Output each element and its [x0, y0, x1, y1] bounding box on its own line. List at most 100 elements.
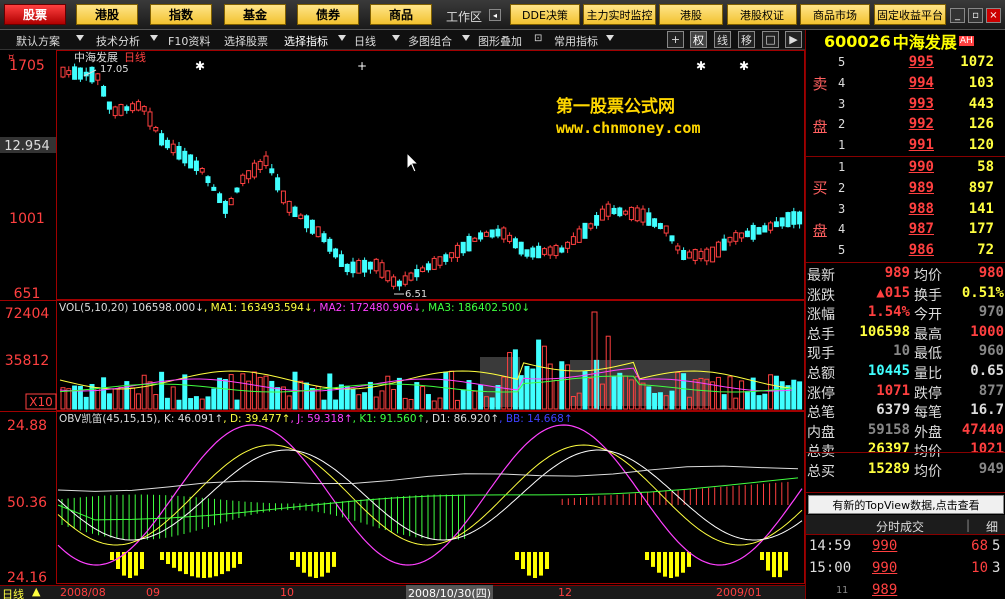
candle-body [570, 236, 576, 245]
period-daily-menu[interactable]: 日线 [354, 33, 376, 49]
tab-hk-warrant[interactable]: 港股权证 [727, 4, 797, 25]
chevron-down-icon[interactable] [150, 35, 158, 41]
restore-icon[interactable]: ▫ [968, 8, 983, 23]
sell-level-row[interactable]: 5 995 1072 [834, 53, 1005, 74]
workzone-arrow-icon[interactable]: ◂ [489, 9, 501, 21]
sell-side-label: 卖盘 [812, 75, 828, 136]
candle-body [379, 262, 385, 278]
fund-button[interactable]: 基金 [224, 4, 286, 25]
chevron-down-icon[interactable] [76, 35, 84, 41]
candle-body [518, 241, 524, 255]
buy-level-row[interactable]: 5 986 72 [834, 241, 1005, 262]
signal-bar [778, 552, 782, 578]
overlay-menu[interactable]: 图形叠加 [478, 33, 522, 49]
sell-level-row[interactable]: 4 994 103 [834, 74, 1005, 95]
window-icon[interactable]: □ [762, 31, 779, 48]
stat-key: 最低 [914, 346, 942, 363]
buy-level-row[interactable]: 2 989 897 [834, 179, 1005, 200]
sell-level-row[interactable]: 3 993 443 [834, 95, 1005, 116]
level-price[interactable]: 995 [874, 54, 934, 70]
triangle-up-icon[interactable]: ▲ [32, 585, 40, 598]
detail-button[interactable]: 细 [986, 518, 998, 535]
volume-bar [611, 376, 617, 410]
buy-level-row[interactable]: 4 987 177 [834, 220, 1005, 241]
level-price[interactable]: 994 [874, 75, 934, 91]
buy-level-row[interactable]: 1 990 58 [834, 158, 1005, 179]
trade-time: 11 [836, 585, 849, 596]
candle-body [350, 261, 356, 274]
level-price[interactable]: 987 [874, 221, 934, 237]
signal-bar [160, 552, 164, 560]
stat-key: 涨幅 [807, 307, 835, 324]
candle-body [501, 227, 507, 240]
level-price[interactable]: 992 [874, 116, 934, 132]
default-scheme-menu[interactable]: 默认方案 [16, 33, 60, 49]
volume-bar [396, 377, 402, 410]
chevron-down-icon[interactable] [338, 35, 346, 41]
candle-body [77, 67, 83, 80]
close-icon[interactable]: × [986, 8, 1001, 23]
period-label[interactable]: 日线 [2, 586, 24, 599]
tab-fixed-income[interactable]: 固定收益平台 [874, 4, 946, 25]
f10-menu[interactable]: F10资料 [168, 33, 210, 49]
volume-bar [791, 379, 797, 410]
common-indicator-menu[interactable]: 常用指标 [554, 33, 598, 49]
sell-level-row[interactable]: 1 991 120 [834, 136, 1005, 157]
stat-value: 15289 [867, 461, 910, 477]
signal-bar [320, 552, 324, 577]
bond-button[interactable]: 债券 [297, 4, 359, 25]
crosshair-icon[interactable]: + [667, 31, 684, 48]
level-price[interactable]: 993 [874, 96, 934, 112]
tick-trade-title[interactable]: 分时成交 [876, 518, 924, 535]
stock-button[interactable]: 股票 [4, 4, 66, 25]
select-stock-menu[interactable]: 选择股票 [224, 33, 268, 49]
chevron-down-icon[interactable] [392, 35, 400, 41]
signal-bar [772, 552, 776, 578]
date-label: 2009/01 [716, 586, 762, 599]
chevron-down-icon[interactable] [462, 35, 470, 41]
tab-hk[interactable]: 港股 [659, 4, 723, 25]
stat-key: 现手 [807, 346, 835, 363]
select-indicator-menu[interactable]: 选择指标 [284, 33, 328, 49]
tab-main-monitor[interactable]: 主力实时监控 [583, 4, 656, 25]
tab-dde[interactable]: DDE决策 [510, 4, 580, 25]
signal-bar [332, 552, 336, 567]
stat-value: 47440 [961, 421, 1004, 438]
volume-bar [536, 339, 542, 410]
rights-adjust-button[interactable]: 权 [690, 31, 707, 48]
signal-bar [238, 552, 242, 565]
level-price[interactable]: 991 [874, 137, 934, 153]
candle-body [681, 249, 687, 261]
level-price[interactable]: 986 [874, 242, 934, 258]
tech-analysis-menu[interactable]: 技术分析 [96, 33, 140, 49]
chevron-down-icon[interactable] [606, 35, 614, 41]
stat-key: 总买 [807, 464, 835, 480]
volume-bar [344, 385, 350, 410]
level-price[interactable]: 989 [874, 180, 934, 196]
level-price[interactable]: 990 [874, 159, 934, 175]
level-number: 1 [838, 160, 846, 174]
level-price[interactable]: 988 [874, 201, 934, 217]
volume-bar [101, 377, 107, 410]
minimize-icon[interactable]: _ [950, 8, 965, 23]
ah-badge: AH [958, 36, 974, 46]
candle-body [327, 238, 333, 252]
volume-bar [176, 399, 182, 410]
multi-chart-menu[interactable]: 多图组合 [408, 33, 452, 49]
stat-value: 1071 [876, 382, 910, 399]
candle-body [686, 251, 692, 259]
move-button[interactable]: 移 [738, 31, 755, 48]
header-segment: , J: 59.318↑ [290, 413, 352, 425]
index-button[interactable]: 指数 [150, 4, 212, 25]
buy-level-row[interactable]: 3 988 141 [834, 200, 1005, 221]
sell-level-row[interactable]: 2 992 126 [834, 115, 1005, 136]
hk-stock-button[interactable]: 港股 [76, 4, 138, 25]
commodity-button[interactable]: 商品 [370, 4, 432, 25]
line-tool-button[interactable]: 线 [714, 31, 731, 48]
topview-notice-button[interactable]: 有新的TopView数据,点击查看 [808, 495, 1004, 514]
play-icon[interactable]: ▶ [785, 31, 802, 48]
tab-commodity[interactable]: 商品市场 [800, 4, 870, 25]
signal-bar [184, 552, 188, 575]
candle-body [280, 190, 286, 204]
volume-bar [657, 392, 663, 410]
